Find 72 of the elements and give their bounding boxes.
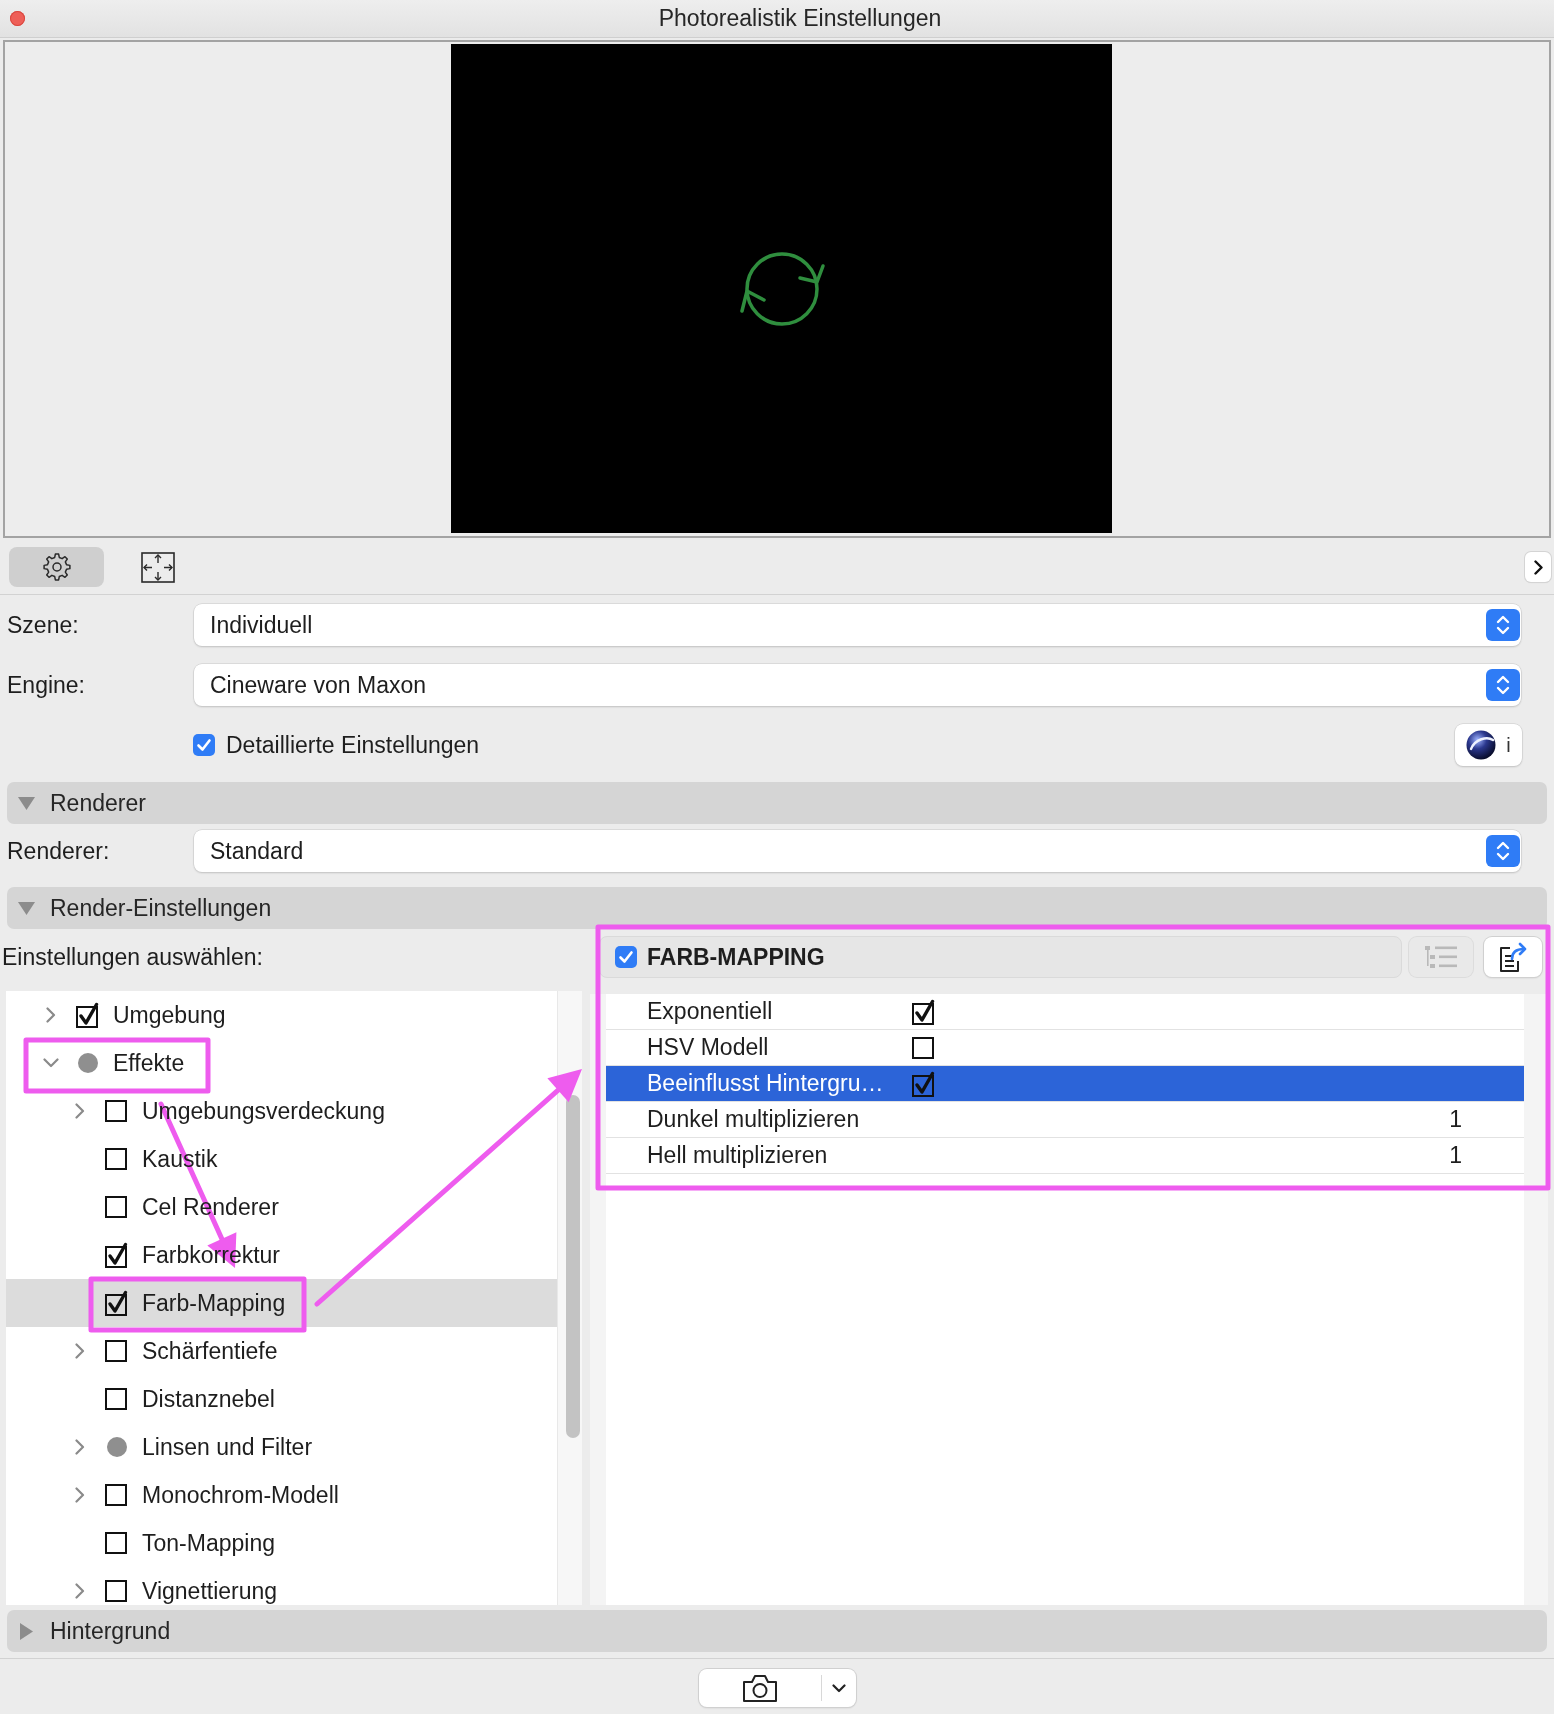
checkbox[interactable] (912, 998, 936, 1025)
chevron-right-icon[interactable] (75, 1103, 85, 1119)
checkbox[interactable] (105, 1196, 127, 1218)
scrollbar-thumb[interactable] (566, 1095, 580, 1438)
settings-icon (42, 553, 71, 581)
value-text: 1 (1448, 1142, 1463, 1169)
status-dot-icon (107, 1437, 127, 1457)
property-row[interactable]: Dunkel multiplizieren 1 (606, 1102, 1524, 1138)
property-row[interactable]: Hell multiplizieren 1 (606, 1138, 1524, 1174)
chevron-right-icon[interactable] (46, 1007, 56, 1023)
camera-icon (741, 1673, 778, 1703)
value-text: 1 (1448, 1106, 1463, 1133)
checkbox[interactable] (105, 1580, 127, 1602)
engine-dropdown[interactable]: Cineware von Maxon (194, 664, 1521, 706)
chevron-right-icon[interactable] (75, 1583, 85, 1599)
tree-item[interactable]: Schärfentiefe (6, 1327, 557, 1375)
frame-arrows-icon (140, 551, 175, 583)
checkbox[interactable] (105, 1242, 129, 1268)
expand-button[interactable] (1525, 552, 1551, 582)
section-header[interactable]: Renderer (7, 782, 1547, 824)
tree-item[interactable]: Umgebung (6, 991, 557, 1039)
tree-item[interactable]: Distanznebel (6, 1375, 557, 1423)
info-button[interactable]: i (1455, 724, 1522, 766)
tree-item[interactable]: Farb-Mapping (6, 1279, 557, 1327)
status-dot-icon (78, 1053, 98, 1073)
section-header[interactable]: Render-Einstellungen (7, 887, 1547, 929)
checkbox[interactable] (105, 1340, 127, 1362)
chevron-right-icon (1533, 559, 1543, 575)
prompt-label: Einstellungen auswählen: (2, 943, 263, 971)
scrollbar[interactable] (557, 991, 582, 1605)
stepper-icon (1486, 669, 1520, 701)
checkbox[interactable] (193, 734, 215, 756)
scene-dropdown[interactable]: Individuell (194, 604, 1521, 646)
tree-item[interactable]: Linsen und Filter (6, 1423, 557, 1471)
caret-down-icon (831, 1683, 846, 1693)
checkbox[interactable] (76, 1002, 100, 1028)
property-row[interactable]: Exponentiell (606, 994, 1524, 1030)
checkbox[interactable] (105, 1484, 127, 1506)
checkbox[interactable] (912, 1070, 936, 1097)
field-label: Engine: (7, 671, 86, 699)
window-title: Photorealistik Einstellungen (657, 5, 943, 32)
sphere-icon (1466, 730, 1497, 760)
checkbox[interactable] (615, 946, 637, 968)
stepper-icon (1486, 609, 1520, 641)
checkbox[interactable] (105, 1100, 127, 1122)
section-header[interactable]: Hintergrund (7, 1610, 1547, 1652)
chevron-right-icon[interactable] (75, 1487, 85, 1503)
checkbox[interactable] (105, 1388, 127, 1410)
chevron-right-icon[interactable] (75, 1343, 85, 1359)
tree-item[interactable]: Effekte (6, 1039, 557, 1087)
tree-item[interactable]: Ton-Mapping (6, 1519, 557, 1567)
checkbox-label: Detaillierte Einstellungen (226, 731, 480, 759)
checkbox[interactable] (912, 1036, 934, 1059)
close-button[interactable] (10, 11, 25, 26)
export-button[interactable] (1484, 937, 1542, 977)
list-icon (1425, 945, 1457, 969)
stepper-icon (1486, 835, 1520, 867)
panel-title: FARB-MAPPING (647, 943, 825, 971)
field-label: Szene: (7, 611, 80, 639)
tree-item[interactable]: Vignettierung (6, 1567, 557, 1605)
renderer-dropdown[interactable]: Standard (194, 830, 1521, 872)
tree-item[interactable]: Monochrom-Modell (6, 1471, 557, 1519)
chevron-down-icon[interactable] (43, 1058, 59, 1068)
checkbox[interactable] (105, 1290, 129, 1316)
scrollbar[interactable] (1524, 994, 1548, 1605)
checkbox[interactable] (105, 1532, 127, 1554)
document-arrow-icon (1498, 942, 1528, 972)
checkbox[interactable] (105, 1148, 127, 1170)
field-label: Renderer: (7, 837, 111, 865)
toolbar-tab[interactable] (9, 547, 104, 587)
property-row[interactable]: Beeinflusst Hintergru… (606, 1066, 1524, 1102)
chevron-right-icon[interactable] (75, 1439, 85, 1455)
